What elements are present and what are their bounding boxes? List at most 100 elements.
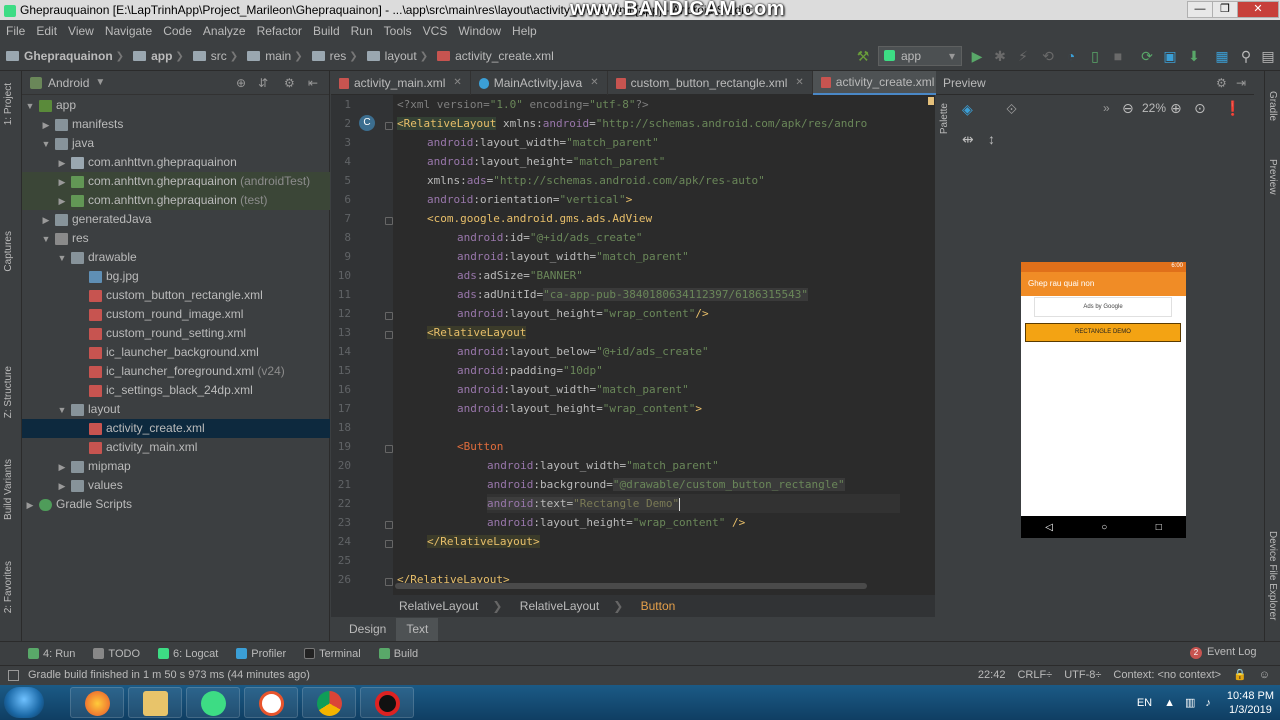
tree-item-mipmap[interactable]: ▶ mipmap [22,457,330,476]
fold-marker-icon[interactable] [385,217,393,225]
close-icon[interactable]: ✕ [795,71,803,95]
project-structure-icon[interactable]: ▦ [1214,48,1230,64]
tab-text[interactable]: Text [396,618,439,641]
tree-item-res[interactable]: ▼ res [22,229,330,248]
fold-marker-icon[interactable] [385,521,393,529]
tree-item-bg-jpg[interactable]: bg.jpg [22,267,330,286]
fold-marker-icon[interactable] [385,578,393,586]
gear-icon[interactable]: ⚙ [284,76,295,90]
menu-window[interactable]: Window [458,24,501,38]
horizontal-scrollbar[interactable] [395,583,867,589]
menu-refactor[interactable]: Refactor [257,24,302,38]
menu-code[interactable]: Code [163,24,192,38]
language-indicator[interactable]: EN [1137,697,1152,709]
fit-width-icon[interactable]: ⇹ [962,131,974,148]
tool-terminal[interactable]: Terminal [304,648,361,660]
menu-vcs[interactable]: VCS [423,24,448,38]
fold-marker-icon[interactable] [385,331,393,339]
line-separator[interactable]: CRLF÷ [1017,666,1052,685]
stop-icon[interactable]: ■ [1110,48,1126,64]
tab-structure[interactable]: Z: Structure [3,366,14,418]
tab-device-file-explorer[interactable]: Device File Explorer [1267,531,1278,620]
tree-item-layout[interactable]: ▼ layout [22,400,330,419]
orientation-icon[interactable]: ⟐ [1006,101,1017,118]
tab-palette[interactable]: Palette [939,103,950,134]
breadcrumb-layout[interactable]: layout ❯ [366,49,433,63]
menu-edit[interactable]: Edit [36,24,57,38]
tab-build-variants[interactable]: Build Variants [3,459,14,520]
close-window-button[interactable]: ✕ [1237,1,1279,18]
fold-marker-icon[interactable] [385,312,393,320]
sync-icon[interactable]: ⟳ [1139,48,1155,64]
tool-todo[interactable]: TODO [93,648,140,660]
taskbar-bandicam[interactable] [360,687,414,718]
zoom-out-icon[interactable]: ⊖ [1122,100,1134,117]
tree-item-manifests[interactable]: ▶ manifests [22,115,330,134]
expand-icon[interactable]: » [1103,101,1110,115]
breadcrumb-res[interactable]: res ❯ [311,49,363,63]
sdk-manager-icon[interactable]: ⬇ [1186,48,1202,64]
taskbar-chrome[interactable] [302,687,356,718]
hammer-icon[interactable]: ⚒ [855,48,871,64]
breadcrumb-src[interactable]: src ❯ [192,49,243,63]
minimize-button[interactable]: — [1187,1,1213,18]
inspector-icon[interactable]: ☺ [1259,666,1270,685]
tool-logcat[interactable]: 6: Logcat [158,648,218,660]
tree-item-ic-launcher-foreground[interactable]: ic_launcher_foreground.xml (v24) [22,362,330,381]
tree-item-package-androidtest[interactable]: ▶ com.anhttvn.ghepraquainon (androidTest) [22,172,330,191]
profile-icon[interactable]: ◔ [1063,48,1079,64]
breadcrumb-main[interactable]: main ❯ [247,49,307,63]
debug-icon[interactable]: ✱ [992,48,1008,64]
grid-icon[interactable]: ▤ [1260,48,1276,64]
search-icon[interactable]: ⚲ [1238,48,1254,64]
menu-view[interactable]: View [68,24,94,38]
tree-item-values[interactable]: ▶ values [22,476,330,495]
warning-icon[interactable]: ❗ [1224,100,1241,117]
tree-item-java[interactable]: ▼ java [22,134,330,153]
tab-custom-button-rectangle[interactable]: custom_button_rectangle.xml ✕ [608,71,813,95]
fit-height-icon[interactable]: ↕ [988,131,995,147]
tree-item-custom-button-rectangle[interactable]: custom_button_rectangle.xml [22,286,330,305]
zoom-in-icon[interactable]: ⊕ [1170,100,1182,117]
tray-arrow-icon[interactable]: ▲ [1164,697,1175,709]
menu-navigate[interactable]: Navigate [105,24,152,38]
code-editor[interactable]: 1 2 3 4 5 6 7 8 9 10 11 12 13 14 15 16 1… [331,95,935,595]
status-toggle-icon[interactable] [8,670,19,681]
taskbar-firefox[interactable] [70,687,124,718]
hide-icon[interactable]: ⇥ [1236,71,1246,95]
hide-icon[interactable]: ⇤ [308,76,318,90]
zoom-fit-icon[interactable]: ⊙ [1194,100,1206,117]
menu-file[interactable]: File [6,24,25,38]
device-icon[interactable]: ▯ [1087,48,1103,64]
menu-analyze[interactable]: Analyze [203,24,246,38]
tool-build[interactable]: Build [378,648,418,660]
avd-manager-icon[interactable]: ▣ [1162,48,1178,64]
class-marker-icon[interactable]: C [359,115,375,131]
volume-icon[interactable]: ♪ [1205,697,1211,709]
crumb-relativelayout-inner[interactable]: RelativeLayout [520,599,599,613]
taskbar-android-studio[interactable] [186,687,240,718]
collapse-icon[interactable]: ⇵ [258,76,268,90]
clock[interactable]: 10:48 PM 1/3/2019 [1227,689,1274,717]
close-icon[interactable]: ✕ [590,71,598,95]
tab-project[interactable]: 1: Project [3,83,14,125]
tool-run[interactable]: 4: Run [28,648,75,660]
apply-changes-icon[interactable]: ⚡ [1015,48,1031,64]
tree-item-activity-create[interactable]: activity_create.xml [22,419,330,438]
tree-item-app[interactable]: ▼ app [22,96,330,115]
run-configuration-select[interactable]: app ▾ [878,46,962,66]
crumb-relativelayout-outer[interactable]: RelativeLayout [399,599,478,613]
file-encoding[interactable]: UTF-8÷ [1064,666,1101,685]
phone-rectangle-button[interactable]: RECTANGLE DEMO [1025,323,1181,342]
lock-icon[interactable]: 🔒 [1233,666,1247,685]
event-log[interactable]: 2 Event Log [1190,646,1257,659]
breadcrumb-project[interactable]: Ghepraquainon ❯ [6,49,129,63]
tab-activity-main[interactable]: activity_main.xml ✕ [331,71,471,95]
tree-item-package[interactable]: ▶ com.anhttvn.ghepraquainon [22,153,330,172]
breadcrumb-app[interactable]: app ❯ [133,49,189,63]
fold-marker-icon[interactable] [385,540,393,548]
taskbar-app[interactable] [244,687,298,718]
breadcrumb-file[interactable]: activity_create.xml [437,49,554,63]
tab-preview[interactable]: Preview [1267,159,1278,195]
taskbar-explorer[interactable] [128,687,182,718]
